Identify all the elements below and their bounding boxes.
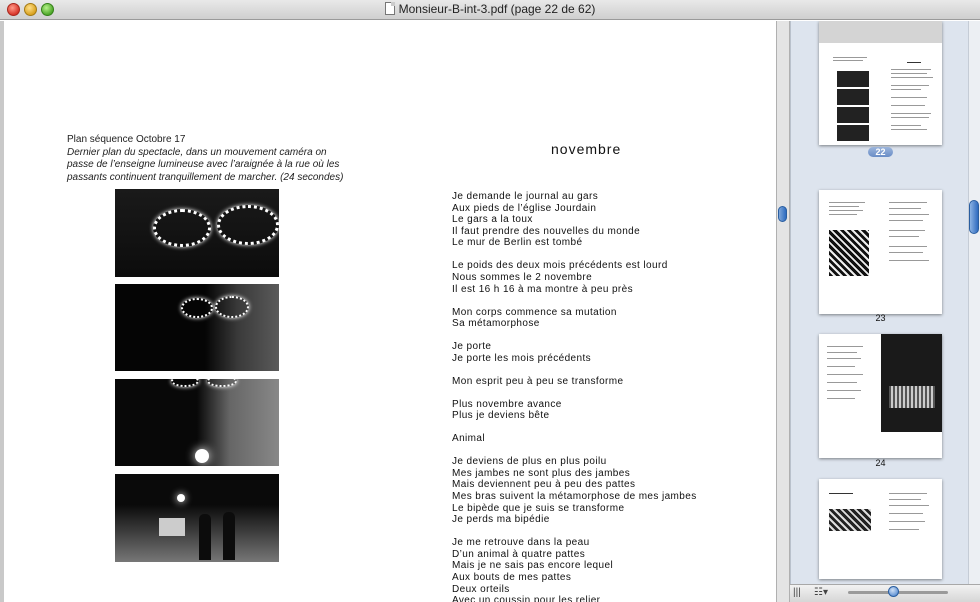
poem-line: Je porte les mois précédents <box>452 352 592 364</box>
poem-line: Avec un coussin pour les relier <box>452 595 601 602</box>
poem-line: Je me retrouve dans la peau <box>452 537 590 549</box>
window-title-wrap: Monsieur-B-int-3.pdf (page 22 de 62) <box>0 2 980 16</box>
photo-street-passersby <box>115 474 279 562</box>
poem-line: Nous sommes le 2 novembre <box>452 271 593 283</box>
poem-stanza: Je demande le journal au gars Aux pieds d… <box>452 191 772 249</box>
thumbnail-sidebar[interactable]: 22 23 24 <box>790 21 980 584</box>
poem-stanza: Plus novembre avance Plus je deviens bête <box>452 399 772 422</box>
thumbnail-page-25[interactable] <box>819 479 942 579</box>
poem-line: Aux bouts de mes pattes <box>452 571 572 583</box>
poem-line: Le poids des deux mois précédents est lo… <box>452 260 668 272</box>
caption-title: Plan séquence Octobre 17 <box>67 134 186 145</box>
view-options-icon[interactable]: ☷▾ <box>814 587 828 598</box>
poem-stanza: Mon esprit peu à peu se transforme <box>452 376 772 388</box>
photo-caption: Plan séquence Octobre 17 Dernier plan du… <box>67 134 347 184</box>
poem-line: Mon esprit peu à peu se transforme <box>452 375 624 387</box>
thumbnail-page-23[interactable] <box>819 190 942 314</box>
poem-stanza: Je deviens de plus en plus poilu Mes jamb… <box>452 456 772 526</box>
poem-line: Animal <box>452 433 485 445</box>
thumbnail-page-22[interactable] <box>819 21 942 145</box>
split-view-divider[interactable] <box>776 21 790 602</box>
poem-line: Le bipède que je suis se transforme <box>452 502 625 514</box>
poem-stanza: Animal <box>452 433 772 445</box>
poem-line: Mon corps commence sa mutation <box>452 306 617 318</box>
poem-stanza: Je porte Je porte les mois précédents <box>452 341 772 364</box>
page-heading: novembre <box>551 141 622 157</box>
caption-text: Dernier plan du spectacle, dans un mouve… <box>67 146 344 183</box>
split-divider-handle[interactable] <box>778 206 787 222</box>
window-title: Monsieur-B-int-3.pdf (page 22 de 62) <box>398 2 596 16</box>
poem-line: Mes bras suivent la métamorphose de mes … <box>452 491 697 503</box>
thumbnail-size-slider-knob[interactable] <box>888 586 899 597</box>
poem-line: Il est 16 h 16 à ma montre à peu près <box>452 283 634 295</box>
poem-line: Mais je ne sais pas encore lequel <box>452 560 614 572</box>
photo-street-corner-night <box>115 379 279 466</box>
poem-text: Je demande le journal au gars Aux pieds d… <box>452 191 772 602</box>
poem-line: Il faut prendre des nouvelles du monde <box>452 225 641 237</box>
poem-line: Je deviens de plus en plus poilu <box>452 456 607 468</box>
sidebar-scrollbar[interactable] <box>968 21 980 584</box>
poem-line: Sa métamorphose <box>452 318 540 330</box>
window-titlebar: Monsieur-B-int-3.pdf (page 22 de 62) <box>0 0 980 20</box>
pdf-document-icon[interactable] <box>384 2 395 15</box>
poem-stanza: Je me retrouve dans la peau D’un animal à… <box>452 537 772 602</box>
poem-line: Le gars a la toux <box>452 214 533 226</box>
poem-line: Deux orteils <box>452 583 510 595</box>
poem-line: Le mur de Berlin est tombé <box>452 237 583 249</box>
thumbnail-label-23[interactable]: 23 <box>819 313 942 323</box>
poem-line: Je demande le journal au gars <box>452 191 599 202</box>
poem-stanza: Le poids des deux mois précédents est lo… <box>452 260 772 295</box>
thumbnail-label-22[interactable]: 22 <box>819 147 942 157</box>
poem-line: Plus je deviens bête <box>452 410 550 422</box>
resize-grip-icon[interactable]: ||| <box>793 587 801 598</box>
sidebar-scrollbar-thumb[interactable] <box>969 200 979 234</box>
photo-neon-glasses-sign <box>115 284 279 371</box>
thumbnail-label-24[interactable]: 24 <box>819 458 942 468</box>
poem-line: Aux pieds de l’église Jourdain <box>452 202 597 214</box>
poem-line: Mes jambes ne sont plus des jambes <box>452 467 631 479</box>
poem-stanza: Mon corps commence sa mutation Sa métamor… <box>452 307 772 330</box>
poem-line: Mais deviennent peu à peu des pattes <box>452 479 636 491</box>
poem-line: Je porte <box>452 341 492 353</box>
poem-line: Je perds ma bipédie <box>452 514 550 526</box>
poem-line: Plus novembre avance <box>452 398 562 410</box>
poem-line: D’un animal à quatre pattes <box>452 548 586 560</box>
photo-neon-glasses-closeup <box>115 189 279 277</box>
thumbnail-page-24[interactable] <box>819 334 942 458</box>
